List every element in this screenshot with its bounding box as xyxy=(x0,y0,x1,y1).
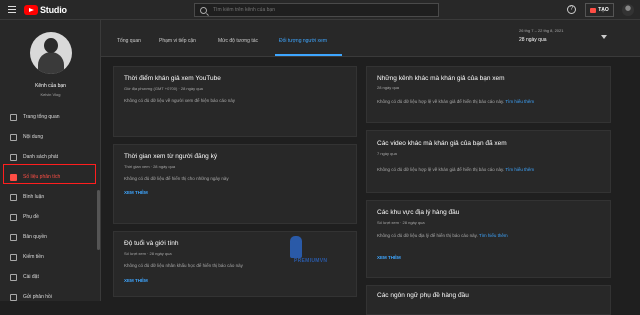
card-subtitle: Giờ địa phương (GMT +0700) · 28 ngày qua xyxy=(124,86,203,91)
card-title: Các khu vực địa lý hàng đầu xyxy=(377,209,460,216)
card-other-videos: Các video khác mà khán giả của bạn đã xe… xyxy=(366,130,611,193)
card-title: Thời điểm khán giả xem YouTube xyxy=(124,75,221,82)
playlist-icon xyxy=(10,153,17,161)
card-message: Không có đủ dữ liệu địa lý để hiển thị b… xyxy=(377,233,508,238)
sidebar-item-label: Trang tổng quan xyxy=(23,114,60,120)
date-range-text[interactable]: 26 thg 7 – 22 thg 8, 2021 xyxy=(519,28,599,33)
youtube-play-icon xyxy=(24,5,38,15)
search-input[interactable] xyxy=(213,7,433,13)
active-tab-underline xyxy=(275,54,342,56)
learn-more-link[interactable]: Tìm hiểu thêm xyxy=(505,99,534,104)
top-bar: Studio ? TẠO xyxy=(0,0,640,20)
card-title: Độ tuổi và giới tính xyxy=(124,240,179,247)
card-title: Các video khác mà khán giả của bạn đã xe… xyxy=(377,140,507,147)
tab-audience[interactable]: Đối tượng người xem xyxy=(279,38,327,44)
logo-text: Studio xyxy=(40,5,67,15)
sidebar-item-comments[interactable]: Bình luận xyxy=(0,187,101,207)
card-title: Thời gian xem từ người đăng ký xyxy=(124,153,218,160)
sidebar-item-label: Kiếm tiền xyxy=(23,254,44,260)
tab-overview[interactable]: Tổng quan xyxy=(117,38,141,44)
card-message: Không có đủ dữ liệu nhân khẩu học để hiể… xyxy=(124,263,243,268)
card-subtitle: 28 ngày qua xyxy=(377,85,400,90)
copyright-icon xyxy=(10,233,17,241)
card-title: Các ngôn ngữ phụ đề hàng đầu xyxy=(377,292,469,299)
sidebar-item-subtitles[interactable]: Phụ đề xyxy=(0,207,101,227)
comments-icon xyxy=(10,193,17,201)
watermark-text: PREMIUMVN xyxy=(294,258,328,264)
learn-more-link[interactable]: Tìm hiểu thêm xyxy=(505,167,534,172)
card-other-channels: Những kênh khác mà khán giả của bạn xem … xyxy=(366,66,611,123)
sidebar-item-label: Bản quyền xyxy=(23,234,47,240)
tab-bar: Tổng quan Phạm vi tiếp cận Mức độ tương … xyxy=(101,20,640,57)
card-subtitle: Thời gian xem · 28 ngày qua xyxy=(124,164,176,169)
card-message: Không có đủ dữ liệu để hiển thị cho nhữn… xyxy=(124,176,229,181)
sidebar-item-label: Phụ đề xyxy=(23,214,39,220)
sidebar: Kênh của bạn Kelvin Vlog Trang tổng quan… xyxy=(0,20,101,301)
sidebar-nav: Trang tổng quan Nội dung Danh sách phát … xyxy=(0,107,101,307)
avatar-body-shape xyxy=(38,52,64,74)
channel-name: Kênh của bạn xyxy=(35,83,66,89)
sidebar-item-label: Bình luận xyxy=(23,194,45,200)
studio-logo[interactable]: Studio xyxy=(24,4,67,16)
card-subtitle: Số lượt xem · 28 ngày qua xyxy=(124,251,172,256)
premiumvn-watermark: PREMIUMVN xyxy=(290,236,360,274)
avatar-head-shape xyxy=(44,38,58,53)
feedback-icon xyxy=(10,293,17,301)
sidebar-item-settings[interactable]: Cài đặt xyxy=(0,267,101,287)
card-message-text: Không có đủ dữ liệu hợp lệ về khán giả đ… xyxy=(377,167,505,172)
sidebar-item-dashboard[interactable]: Trang tổng quan xyxy=(0,107,101,127)
create-label: TẠO xyxy=(598,7,609,13)
channel-avatar[interactable] xyxy=(30,32,72,74)
sidebar-item-monetization[interactable]: Kiếm tiền xyxy=(0,247,101,267)
main-content: Tổng quan Phạm vi tiếp cận Mức độ tương … xyxy=(101,20,640,315)
card-message: Không có đủ dữ liệu hợp lệ về khán giả đ… xyxy=(377,99,534,104)
sidebar-item-label: Gửi phản hồi xyxy=(23,294,52,300)
tab-engagement[interactable]: Mức độ tương tác xyxy=(218,38,258,44)
search-icon[interactable] xyxy=(200,6,207,14)
learn-more-link[interactable]: Tìm hiểu thêm xyxy=(479,233,508,238)
tab-reach[interactable]: Phạm vi tiếp cận xyxy=(159,38,196,44)
card-subscriber-watch-time: Thời gian xem từ người đăng ký Thời gian… xyxy=(113,144,357,224)
sidebar-item-feedback[interactable]: Gửi phản hồi xyxy=(0,287,101,307)
card-top-subtitle-languages: Các ngôn ngữ phụ đề hàng đầu xyxy=(366,285,611,315)
help-icon[interactable]: ? xyxy=(567,5,576,14)
content-icon xyxy=(10,133,17,141)
sidebar-item-label: Nội dung xyxy=(23,134,44,140)
see-more-button[interactable]: XEM THÊM xyxy=(377,255,401,260)
watermark-p-logo-icon xyxy=(290,236,302,258)
card-subtitle: 7 ngày qua xyxy=(377,151,397,156)
account-avatar[interactable] xyxy=(622,4,634,16)
date-range-label[interactable]: 28 ngày qua xyxy=(519,37,547,43)
sidebar-item-label: Cài đặt xyxy=(23,274,39,280)
see-more-button[interactable]: XEM THÊM xyxy=(124,278,148,283)
hamburger-menu-icon[interactable] xyxy=(8,6,16,13)
card-title: Những kênh khác mà khán giả của bạn xem xyxy=(377,75,505,82)
sidebar-item-copyright[interactable]: Bản quyền xyxy=(0,227,101,247)
card-top-geographies: Các khu vực địa lý hàng đầu Số lượt xem … xyxy=(366,200,611,278)
create-button[interactable]: TẠO xyxy=(585,3,614,17)
see-more-button[interactable]: XEM THÊM xyxy=(124,190,148,195)
video-camera-icon xyxy=(590,7,597,13)
active-item-highlight-box xyxy=(3,164,96,184)
channel-subtitle: Kelvin Vlog xyxy=(40,92,61,97)
dashboard-icon xyxy=(10,113,17,121)
card-message: Không có đủ dữ liệu về người xem để hiện… xyxy=(124,98,236,103)
chevron-down-icon[interactable] xyxy=(601,35,607,39)
search-box[interactable] xyxy=(194,3,439,17)
card-message-text: Không có đủ dữ liệu hợp lệ về khán giả đ… xyxy=(377,99,505,104)
card-subtitle: Số lượt xem · 28 ngày qua xyxy=(377,220,425,225)
card-message-text: Không có đủ dữ liệu địa lý để hiển thị b… xyxy=(377,233,478,238)
sidebar-item-label: Danh sách phát xyxy=(23,154,59,160)
card-message: Không có đủ dữ liệu hợp lệ về khán giả đ… xyxy=(377,167,534,172)
sidebar-item-content[interactable]: Nội dung xyxy=(0,127,101,147)
monetization-icon xyxy=(10,253,17,261)
settings-icon xyxy=(10,273,17,281)
card-youtube-watch-time: Thời điểm khán giả xem YouTube Giờ địa p… xyxy=(113,66,357,137)
subtitles-icon xyxy=(10,213,17,221)
sidebar-scrollbar[interactable] xyxy=(97,190,100,250)
